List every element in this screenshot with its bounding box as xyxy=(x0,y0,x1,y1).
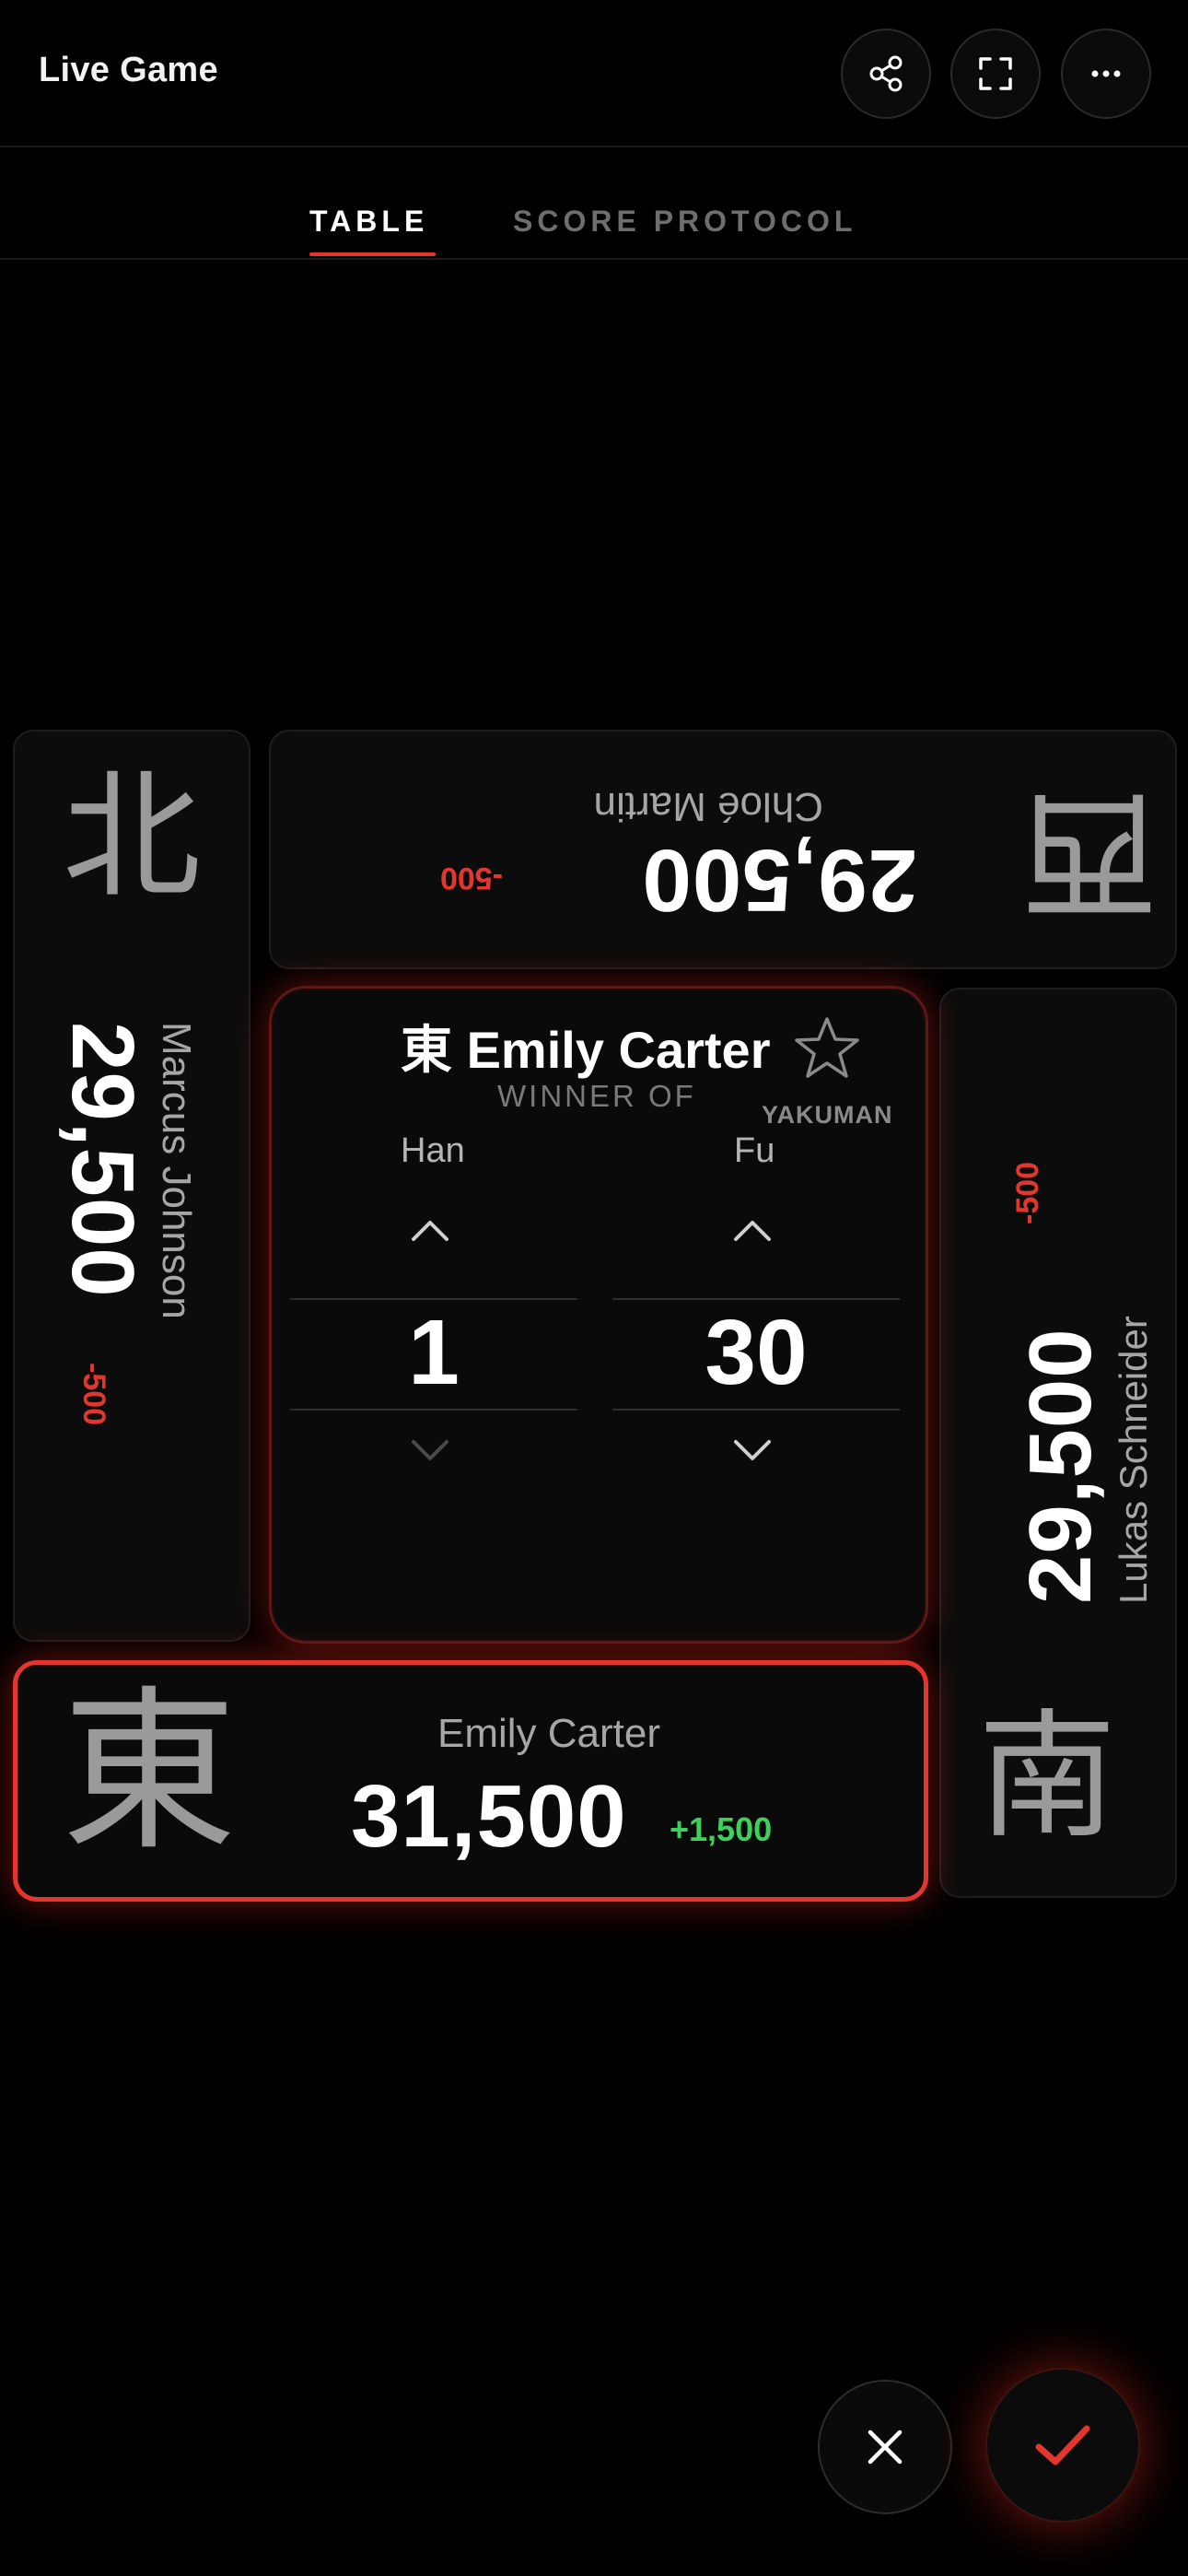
page-title: Live Game xyxy=(39,51,218,89)
close-icon xyxy=(868,2430,903,2465)
score-delta: -500 xyxy=(76,1363,111,1426)
fullscreen-icon xyxy=(979,57,1012,90)
score-delta: -500 xyxy=(439,861,503,896)
player-name: Lukas Schneider xyxy=(1112,1316,1155,1604)
han-decrement-button[interactable] xyxy=(410,1436,450,1469)
yakuman-toggle[interactable] xyxy=(792,1013,862,1088)
han-increment-button[interactable] xyxy=(410,1217,450,1249)
fu-increment-button[interactable] xyxy=(732,1217,773,1249)
wind-tile-south: 南 xyxy=(978,1697,1117,1857)
share-icon xyxy=(869,55,903,92)
player-name: Emily Carter xyxy=(437,1711,661,1756)
score-delta: -500 xyxy=(1010,1161,1045,1224)
star-icon xyxy=(795,1017,859,1078)
fu-value[interactable]: 30 xyxy=(594,1300,918,1406)
fullscreen-button[interactable] xyxy=(950,29,1041,119)
more-icon xyxy=(1091,70,1121,77)
han-bottom-divider xyxy=(290,1409,577,1411)
chevron-down-icon xyxy=(734,1440,771,1460)
han-label: Han xyxy=(401,1131,465,1170)
player-score: 29,500 xyxy=(1011,1328,1110,1604)
yakuman-label: YAKUMAN xyxy=(762,1101,893,1129)
checkmark-icon xyxy=(1035,2425,1090,2465)
tab-table[interactable]: TABLE xyxy=(309,205,428,239)
chevron-down-icon xyxy=(412,1440,448,1460)
winner-panel: 東 Emily Carter WINNER OF YAKUMAN Han 1 F… xyxy=(269,986,928,1644)
fu-decrement-button[interactable] xyxy=(732,1436,773,1469)
winner-wind: 東 xyxy=(401,1021,452,1079)
player-name: Chloé Martin xyxy=(593,784,823,829)
han-value[interactable]: 1 xyxy=(272,1300,596,1406)
player-score: 29,500 xyxy=(641,831,917,930)
fu-bottom-divider xyxy=(612,1409,900,1411)
fu-label: Fu xyxy=(734,1131,775,1170)
player-panel-north[interactable]: 西 29,500 -500 Chloé Martin xyxy=(269,730,1177,969)
chevron-up-icon xyxy=(734,1221,771,1241)
player-score: 29,500 xyxy=(53,1022,152,1298)
player-name: Marcus Johnson xyxy=(154,1022,199,1319)
player-panel-east[interactable]: -500 29,500 Lukas Schneider 南 xyxy=(939,988,1177,1898)
active-tab-indicator xyxy=(309,252,436,256)
wind-tile-east: 東 xyxy=(62,1670,238,1874)
winner-caption: WINNER OF xyxy=(497,1079,696,1113)
share-button[interactable] xyxy=(841,29,931,119)
tab-bar: TABLE SCORE PROTOCOL xyxy=(0,147,1188,260)
score-delta: +1,500 xyxy=(670,1810,773,1848)
tab-score-protocol[interactable]: SCORE PROTOCOL xyxy=(513,205,856,239)
player-score: 31,500 xyxy=(351,1767,627,1866)
cancel-button[interactable] xyxy=(818,2380,952,2514)
chevron-up-icon xyxy=(412,1221,448,1241)
confirm-button[interactable] xyxy=(985,2368,1140,2523)
winner-name: Emily Carter xyxy=(466,1021,771,1079)
winner-title: 東 Emily Carter xyxy=(401,1009,771,1083)
player-panel-west[interactable]: 北 Marcus Johnson 29,500 -500 xyxy=(13,730,250,1642)
player-panel-south[interactable]: 東 Emily Carter 31,500 +1,500 xyxy=(13,1660,928,1902)
more-button[interactable] xyxy=(1061,29,1151,119)
wind-tile-north: 北 xyxy=(63,757,202,918)
wind-tile-west: 西 xyxy=(1019,772,1159,932)
